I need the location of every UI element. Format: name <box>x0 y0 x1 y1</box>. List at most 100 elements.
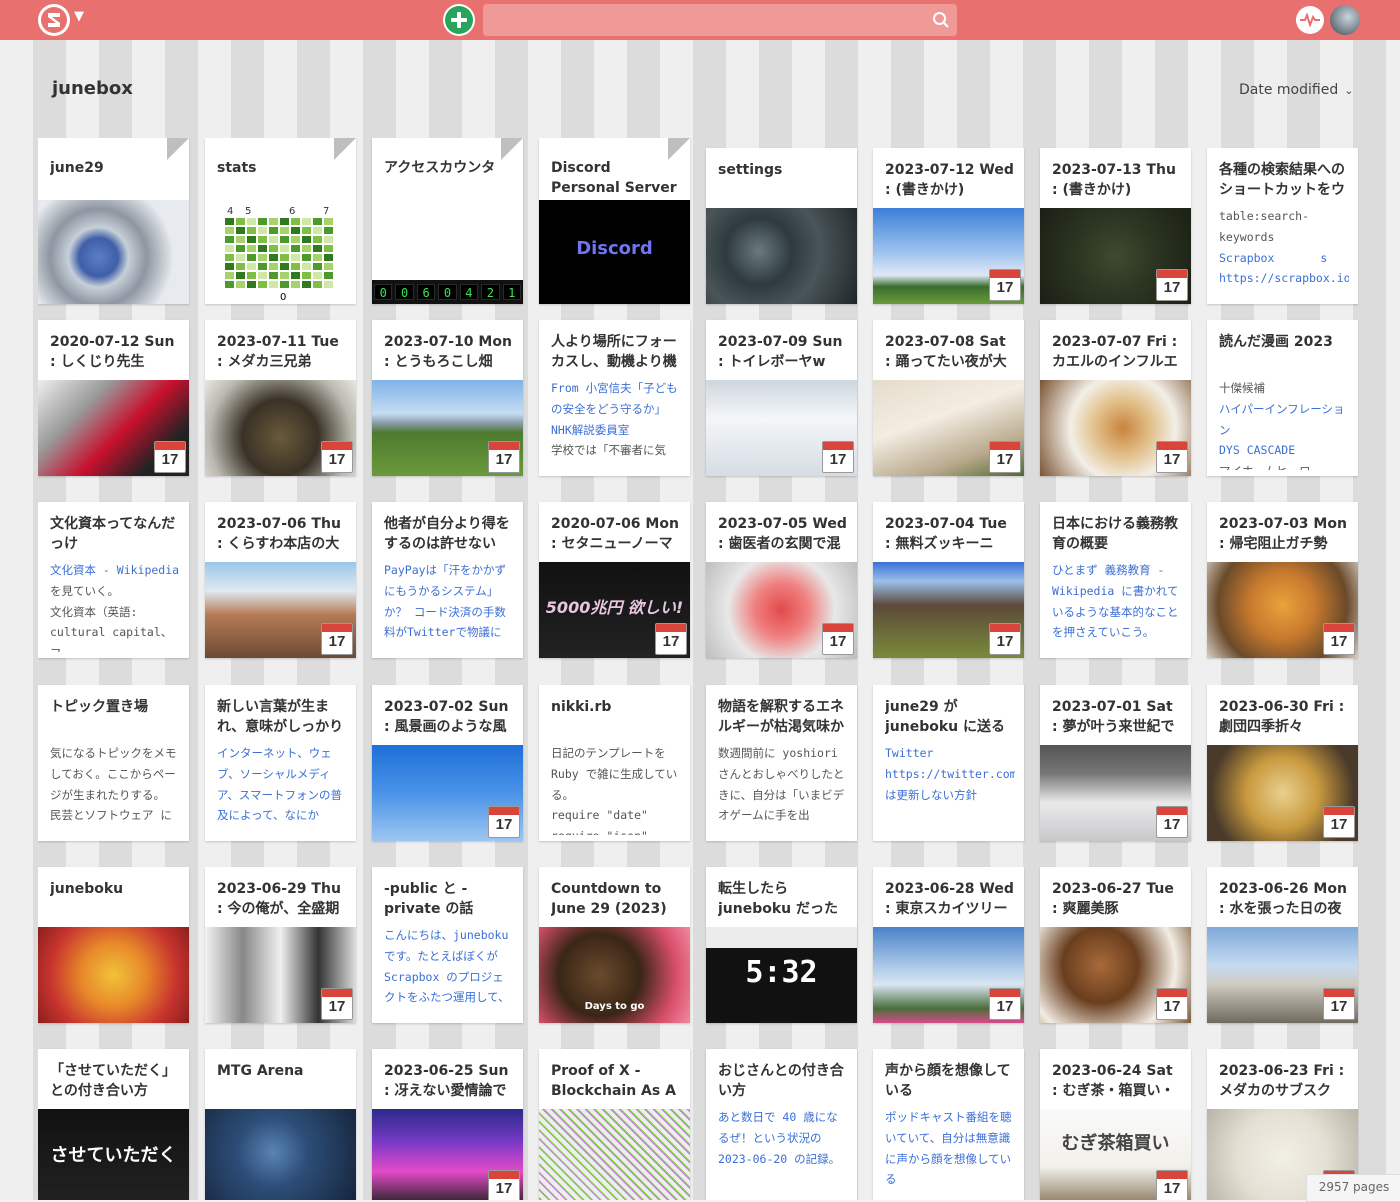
excerpt-line: require "json" <box>551 826 681 835</box>
page-card-title: MTG Arena <box>217 1063 304 1079</box>
calendar-day: 17 <box>1163 279 1181 296</box>
heatmap-cell <box>313 254 322 261</box>
page-card[interactable]: 2023-06-29 Thu : 今の俺が、全盛期だ 17 <box>205 867 356 1023</box>
page-card[interactable]: MTG Arena <box>205 1049 356 1200</box>
page-card-title: Countdown to June 29 (2023) <box>551 881 667 917</box>
page-card[interactable]: 転生したら juneboku だった件 5:32 <box>706 867 857 1023</box>
page-card[interactable]: 2023-06-26 Mon : 水を張った日の夜 17 <box>1207 867 1358 1023</box>
project-title[interactable]: junebox <box>52 78 133 99</box>
page-card[interactable]: 2023-06-27 Tue : 爽麗美豚 17 <box>1040 867 1191 1023</box>
page-card-title: 人より場所にフォーカスし、動機より機 <box>551 334 677 370</box>
chevron-down-icon[interactable]: ▼ <box>74 9 84 24</box>
heatmap-cell <box>291 227 300 234</box>
page-card[interactable]: 2023-07-06 Thu : くらすわ本店の大階 17 <box>205 502 356 658</box>
page-card[interactable]: 「させていただく」との付き合い方 させていただく <box>38 1049 189 1200</box>
page-card[interactable]: 2023-07-03 Mon : 帰宅阻止ガチ勢 17 <box>1207 502 1358 658</box>
page-card[interactable]: 各種の検索結果へのショートカットをウ table:search-keywords S… <box>1207 148 1358 304</box>
page-card-thumbnail <box>539 1109 690 1200</box>
page-card-thumbnail: 17 <box>205 562 356 658</box>
page-card[interactable]: 2023-07-13 Thu : (書きかけ) 17 <box>1040 148 1191 304</box>
search-input[interactable] <box>491 8 915 34</box>
page-card-title: 2023-07-13 Thu : (書きかけ) <box>1052 162 1176 198</box>
page-card[interactable]: 日本における義務教育の概要 ひとまず 義務教育 - Wikipedia に書かれて… <box>1040 502 1191 658</box>
page-card[interactable]: 2023-07-07 Fri : カエルのインフルエ 17 <box>1040 320 1191 476</box>
pulse-icon[interactable] <box>1296 6 1324 34</box>
page-card[interactable]: june29 <box>38 138 189 304</box>
page-card[interactable]: Discord Personal Server Discord <box>539 138 690 304</box>
search-icon[interactable] <box>932 11 950 29</box>
page-card[interactable]: 読んだ漫画 2023 十傑候補ハイパーインフレーション DYS CASCADE マイホ… <box>1207 320 1358 476</box>
heatmap-cell <box>291 263 300 270</box>
page-card[interactable]: 2023-07-09 Sun : トイレボーヤw 17 <box>706 320 857 476</box>
page-card-title: 2023-06-27 Tue : 爽麗美豚 <box>1052 881 1174 917</box>
page-card[interactable]: nikki.rb 日記のテンプレートを Ruby で雑に生成している。 requir… <box>539 685 690 841</box>
page-card[interactable]: 2023-07-04 Tue : 無料ズッキーニ 17 <box>873 502 1024 658</box>
page-card[interactable]: 2023-06-28 Wed : 東京スカイツリー 17 <box>873 867 1024 1023</box>
page-card[interactable]: 2020-07-12 Sun : しくじり先生 17 <box>38 320 189 476</box>
new-page-button[interactable] <box>443 4 475 36</box>
counter-digit: 2 <box>481 284 500 300</box>
heatmap-cell <box>236 245 245 252</box>
page-card[interactable]: settings <box>706 148 857 304</box>
heatmap-cell <box>269 281 278 288</box>
sort-dropdown[interactable]: Date modified ⌄ <box>1239 82 1353 98</box>
page-card[interactable]: 他者が自分より得をするのは許せない PayPayは「汗をかかずにもうかるシステム」… <box>372 502 523 658</box>
page-card-excerpt: 数週間前に yoshiori さんとおしゃべりしたときに、自分は「いまビデオゲー… <box>718 743 848 835</box>
page-card-thumbnail: 4 5 6 7 0 <box>205 200 356 304</box>
page-card-thumbnail: 17 <box>205 927 356 1023</box>
heatmap-cell <box>302 218 311 225</box>
page-card[interactable]: -public と -private の話 こんにちは、juneboku です。た… <box>372 867 523 1023</box>
page-card[interactable]: Countdown to June 29 (2023) Days to go <box>539 867 690 1023</box>
calendar-icon: 17 <box>989 269 1021 301</box>
page-card[interactable]: june29 が juneboku に送る引 Twitter https://twi… <box>873 685 1024 841</box>
page-card[interactable]: 人より場所にフォーカスし、動機より機 From 小宮信夫「子どもの安全をどう守るか… <box>539 320 690 476</box>
page-card[interactable]: 物語を解釈するエネルギーが枯渇気味か 数週間前に yoshiori さんとおしゃべ… <box>706 685 857 841</box>
calendar-icon: 17 <box>321 988 353 1020</box>
page-card[interactable]: Proof of X - Blockchain As A <box>539 1049 690 1200</box>
page-card[interactable]: 2023-07-01 Sat : 夢が叶う来世紀です 17 <box>1040 685 1191 841</box>
page-card[interactable]: 声から顔を想像している ポッドキャスト番組を聴いていて、自分は無意識に声から顔を想… <box>873 1049 1024 1200</box>
calendar-day: 17 <box>495 1180 513 1197</box>
page-card[interactable]: 2023-07-11 Tue : メダカ三兄弟 17 <box>205 320 356 476</box>
page-card-title: 転生したら juneboku だった件 <box>718 881 839 917</box>
calendar-icon: 17 <box>154 441 186 473</box>
page-card[interactable]: 2023-07-08 Sat : 踊ってたい夜が大切 17 <box>873 320 1024 476</box>
excerpt-line: 気になるトピックをメモしておく。ここからページが生まれたりする。 <box>50 746 177 802</box>
page-card[interactable]: 2023-07-12 Wed : (書きかけ) 17 <box>873 148 1024 304</box>
stats-axis-label: 5 <box>245 206 251 217</box>
page-card[interactable]: アクセスカウンタ 0 0 6 0 4 2 1 <box>372 138 523 304</box>
page-card-title: 「させていただく」との付き合い方 <box>50 1063 176 1099</box>
pin-fold-icon <box>167 138 189 160</box>
page-card[interactable]: 2023-07-05 Wed : 歯医者の玄関で混 17 <box>706 502 857 658</box>
page-card[interactable]: stats 4 5 6 7 0 <box>205 138 356 304</box>
page-card-excerpt: 気になるトピックをメモしておく。ここからページが生まれたりする。 民芸とソフトウェ… <box>50 743 180 835</box>
heatmap-cell <box>236 281 245 288</box>
page-card[interactable]: 2020-07-06 Mon : セタニューノーマ 5000兆円 欲しい! 17 <box>539 502 690 658</box>
page-card[interactable]: 文化資本ってなんだっけ 文化資本 - Wikipedia を見ていく。 文化資本（英語… <box>38 502 189 658</box>
page-card[interactable]: おじさんとの付き合い方 あと数日で 40 歳になるぜ！という状況の 2023-06… <box>706 1049 857 1200</box>
page-card[interactable]: 2023-06-30 Fri : 劇団四季折々 17 <box>1207 685 1358 841</box>
heatmap-cell <box>269 254 278 261</box>
heatmap-cell <box>247 236 256 243</box>
scrapbox-logo-icon[interactable] <box>38 4 70 36</box>
page-card-thumbnail: 0060421 <box>372 200 523 304</box>
search-box[interactable] <box>483 4 957 36</box>
user-avatar[interactable] <box>1330 5 1360 35</box>
heatmap-cell <box>313 218 322 225</box>
page-card[interactable]: 新しい言葉が生まれ、意味がしっかり インターネット、ウェブ、ソーシャルメディア、ス… <box>205 685 356 841</box>
page-card[interactable]: 2023-07-10 Mon : とうもろこし畑 17 <box>372 320 523 476</box>
page-card[interactable]: 2023-07-02 Sun : 風景画のような風景 17 <box>372 685 523 841</box>
page-card[interactable]: トピック置き場 気になるトピックをメモしておく。ここからページが生まれたりする。民… <box>38 685 189 841</box>
calendar-icon: 17 <box>488 806 520 838</box>
page-card-thumbnail: Days to go <box>539 927 690 1023</box>
page-card[interactable]: 2023-06-25 Sun : 冴えない愛情論でお 17 <box>372 1049 523 1200</box>
excerpt-line: あと数日で 40 歳になるぜ！という状況の 2023-06-20 の記録。 <box>718 1110 841 1166</box>
page-card[interactable]: juneboku <box>38 867 189 1023</box>
calendar-icon: 17 <box>1156 441 1188 473</box>
page-card-thumbnail: 17 <box>205 380 356 476</box>
page-card[interactable]: 2023-06-24 Sat : むぎ茶・箱買い・大むぎ茶箱買い 17 <box>1040 1049 1191 1200</box>
heatmap-cell <box>236 227 245 234</box>
page-card-thumbnail: 17 <box>1040 745 1191 841</box>
calendar-day: 17 <box>328 998 346 1015</box>
stats-axis-label: 7 <box>323 206 329 217</box>
